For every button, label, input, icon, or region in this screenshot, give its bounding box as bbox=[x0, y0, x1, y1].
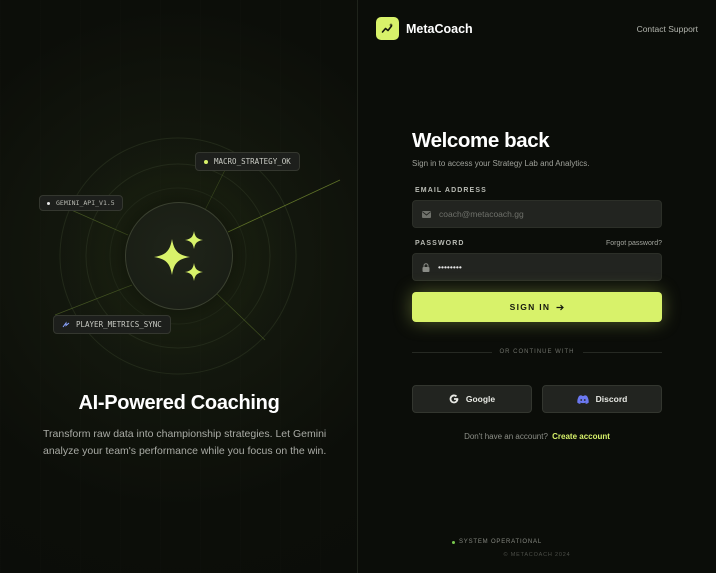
google-icon bbox=[449, 394, 459, 404]
email-input[interactable] bbox=[439, 209, 639, 219]
chip-label: MACRO_STRATEGY_OK bbox=[214, 157, 291, 166]
sign-in-label: SIGN IN bbox=[509, 302, 551, 312]
divider-line bbox=[582, 351, 662, 353]
hero-title: AI-Powered Coaching bbox=[78, 392, 280, 414]
create-account-link[interactable]: Create account bbox=[552, 432, 610, 441]
divider-text: OR CONTINUE WITH bbox=[499, 349, 575, 355]
password-label: PASSWORD bbox=[415, 240, 465, 247]
divider: OR CONTINUE WITH bbox=[412, 349, 662, 355]
chart-sparkle-icon bbox=[381, 23, 393, 33]
mail-icon bbox=[422, 210, 431, 218]
forgot-password-link[interactable]: Forgot password? bbox=[606, 240, 662, 247]
signup-prompt: Don't have an account? Create account bbox=[412, 432, 662, 441]
email-label: EMAIL ADDRESS bbox=[415, 187, 487, 194]
signup-prompt-text: Don't have an account? bbox=[464, 432, 548, 441]
brand-name: MetaCoach bbox=[406, 21, 473, 36]
password-field[interactable] bbox=[412, 253, 662, 281]
sparkles-icon bbox=[154, 231, 203, 281]
page-title: Welcome back bbox=[412, 129, 550, 152]
arrow-right-icon bbox=[556, 304, 565, 310]
contact-support-link[interactable]: Contact Support bbox=[637, 24, 698, 34]
chip-label: PLAYER_METRICS_SYNC bbox=[76, 320, 162, 329]
password-input[interactable] bbox=[438, 262, 638, 272]
discord-icon bbox=[576, 394, 589, 404]
google-button[interactable]: Google bbox=[412, 385, 532, 413]
chip-label: GEMINI_API_V1.5 bbox=[56, 199, 115, 207]
status-dot bbox=[47, 201, 50, 205]
sign-in-button[interactable]: SIGN IN bbox=[412, 292, 662, 322]
chip-gemini-api: GEMINI_API_V1.5 bbox=[39, 195, 123, 211]
discord-label: Discord bbox=[595, 394, 628, 404]
ai-core-circle bbox=[125, 202, 233, 310]
google-label: Google bbox=[465, 394, 496, 404]
copyright: © METACOACH 2024 bbox=[503, 552, 571, 558]
brand[interactable]: MetaCoach bbox=[376, 17, 473, 40]
status-dot bbox=[452, 540, 455, 544]
chip-player-metrics: PLAYER_METRICS_SYNC bbox=[53, 315, 171, 334]
sync-icon bbox=[62, 321, 70, 327]
login-panel bbox=[358, 0, 716, 573]
discord-button[interactable]: Discord bbox=[542, 385, 662, 413]
divider-line bbox=[412, 351, 492, 353]
status-dot bbox=[204, 159, 208, 164]
hero-description: Transform raw data into championship str… bbox=[43, 428, 327, 457]
system-status: SYSTEM OPERATIONAL bbox=[412, 539, 582, 545]
logo bbox=[376, 17, 399, 40]
page-subtitle: Sign in to access your Strategy Lab and … bbox=[412, 159, 590, 168]
lock-icon bbox=[422, 262, 430, 272]
hero-panel: GEMINI_API_V1.5 MACRO_STRATEGY_OK PLAYER… bbox=[0, 0, 358, 573]
email-field[interactable] bbox=[412, 200, 662, 228]
chip-macro-strategy: MACRO_STRATEGY_OK bbox=[195, 152, 300, 171]
status-text: SYSTEM OPERATIONAL bbox=[459, 539, 542, 545]
